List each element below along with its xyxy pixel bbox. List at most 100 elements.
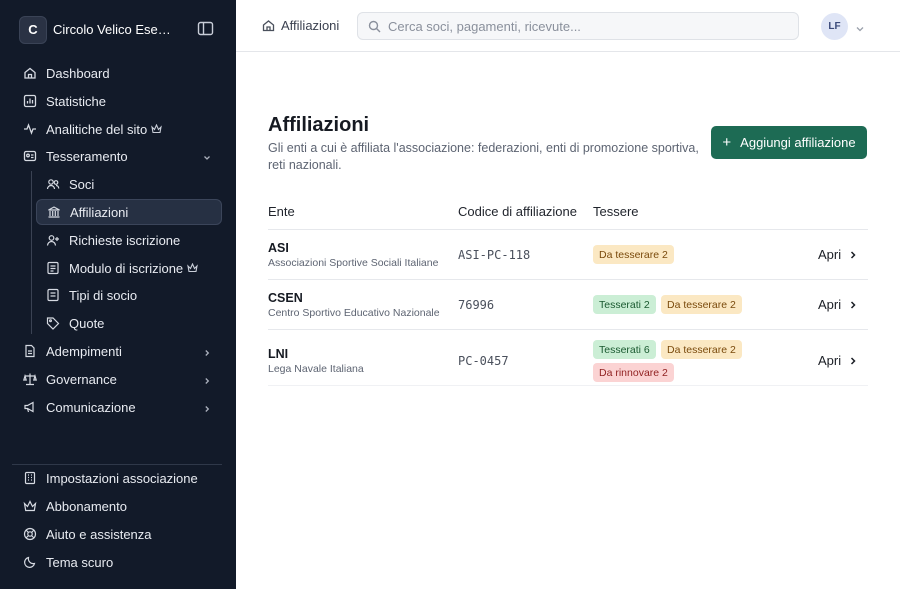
sidebar-item-label: Richieste iscrizione <box>69 232 181 248</box>
chevron-right-icon <box>202 346 212 356</box>
premium-crown-icon <box>151 124 163 134</box>
sidebar-item-tipi-socio[interactable]: Tipi di socio <box>36 282 222 308</box>
table-divider <box>268 279 868 280</box>
chevron-right-icon <box>849 300 857 310</box>
id-card-icon <box>23 149 37 163</box>
chevron-right-icon <box>849 250 857 260</box>
tag-icon <box>46 316 60 330</box>
column-header-codice: Codice di affiliazione <box>458 204 577 219</box>
sidebar-item-aiuto[interactable]: Aiuto e assistenza <box>12 521 222 547</box>
sidebar-item-quote[interactable]: Quote <box>36 310 222 336</box>
status-badge: Da tesserare 2 <box>593 245 674 264</box>
column-header-ente: Ente <box>268 204 295 219</box>
ente-full-name: Lega Navale Italiana <box>268 363 364 375</box>
open-label: Apri <box>818 247 842 262</box>
status-badge: Tesserati 6 <box>593 340 656 359</box>
page-title: Affiliazioni <box>268 114 370 136</box>
form-icon <box>46 261 60 275</box>
sidebar-item-governance[interactable]: Governance <box>12 366 222 392</box>
chevron-right-icon <box>849 356 857 366</box>
bank-icon <box>47 205 61 219</box>
sidebar-item-dashboard[interactable]: Dashboard <box>12 60 222 86</box>
sidebar-item-label: Tipi di socio <box>69 287 138 303</box>
add-affiliation-label: Aggiungi affiliazione <box>740 135 856 150</box>
chart-icon <box>23 94 37 108</box>
table-divider <box>268 385 868 386</box>
sidebar-item-comunicazione[interactable]: Comunicazione <box>12 394 222 420</box>
crown-icon <box>23 499 37 513</box>
sidebar-item-analitiche[interactable]: Analitiche del sito <box>12 116 222 142</box>
org-switcher[interactable]: C Circolo Velico Esempio <box>19 15 219 44</box>
pulse-icon <box>23 122 37 136</box>
org-name: Circolo Velico Esempio <box>53 22 175 37</box>
chevron-right-icon <box>202 402 212 412</box>
sidebar-item-affiliazioni[interactable]: Affiliazioni <box>36 199 222 225</box>
sidebar-item-label: Governance <box>46 371 117 387</box>
plus-icon: + <box>722 134 732 151</box>
list-icon <box>46 288 60 302</box>
premium-crown-icon <box>187 263 199 273</box>
sidebar-item-label: Statistiche <box>46 93 106 109</box>
sidebar-item-label: Aiuto e assistenza <box>46 526 152 542</box>
user-plus-icon <box>46 233 60 247</box>
megaphone-icon <box>23 400 37 414</box>
affiliation-code: 76996 <box>458 298 495 312</box>
sidebar-item-impostazioni[interactable]: Impostazioni associazione <box>12 465 222 491</box>
ente-name: LNI <box>268 347 289 361</box>
page-subtitle: Gli enti a cui è affiliata l'associazion… <box>268 141 699 172</box>
ente-name: CSEN <box>268 291 303 305</box>
add-affiliation-button[interactable]: + Aggiungi affiliazione <box>711 126 867 159</box>
column-header-tessere: Tessere <box>593 204 639 219</box>
open-button[interactable]: Apri <box>818 247 857 262</box>
sidebar-item-modulo-iscrizione[interactable]: Modulo di iscrizione <box>36 255 222 281</box>
open-label: Apri <box>818 353 842 368</box>
status-badge: Da tesserare 2 <box>661 295 742 314</box>
sidebar-item-label: Adempimenti <box>46 343 122 359</box>
open-button[interactable]: Apri <box>818 353 857 368</box>
sidebar-item-label: Quote <box>69 315 105 331</box>
open-label: Apri <box>818 297 842 312</box>
sidebar-item-label: Abbonamento <box>46 498 127 514</box>
chevron-right-icon <box>202 374 212 384</box>
sidebar-item-soci[interactable]: Soci <box>36 171 222 197</box>
affiliation-code: ASI-PC-118 <box>458 248 531 262</box>
moon-icon <box>23 555 37 569</box>
chevron-down-icon <box>202 151 212 161</box>
search-input[interactable] <box>388 18 788 34</box>
table-divider <box>268 229 868 230</box>
sidebar-item-label: Modulo di iscrizione <box>69 260 184 276</box>
search-box[interactable] <box>357 12 799 40</box>
building-icon <box>23 471 37 485</box>
submenu-guide-line <box>31 171 32 334</box>
sidebar-item-label: Affiliazioni <box>70 204 129 220</box>
sidebar-item-label: Analitiche del sito <box>46 121 148 137</box>
sidebar-item-statistiche[interactable]: Statistiche <box>12 88 222 114</box>
search-icon <box>368 20 381 33</box>
affiliation-code: PC-0457 <box>458 354 509 368</box>
breadcrumb[interactable]: Affiliazioni <box>262 18 339 33</box>
ente-full-name: Centro Sportivo Educativo Nazionale <box>268 307 440 319</box>
top-bar: Affiliazioni LF <box>236 0 900 52</box>
org-avatar: C <box>19 15 47 44</box>
ente-name: ASI <box>268 241 289 255</box>
document-icon <box>23 344 37 358</box>
sidebar-toggle-icon[interactable] <box>197 21 215 37</box>
scale-icon <box>23 372 37 386</box>
chevron-down-icon[interactable] <box>855 21 865 32</box>
status-badge: Da rinnovare 2 <box>593 363 674 382</box>
sidebar-item-label: Tesseramento <box>46 148 128 164</box>
open-button[interactable]: Apri <box>818 297 857 312</box>
sidebar-item-label: Impostazioni associazione <box>46 470 198 486</box>
sidebar-item-adempimenti[interactable]: Adempimenti <box>12 338 222 364</box>
home-icon <box>262 19 275 32</box>
home-icon <box>23 66 37 80</box>
sidebar: C Circolo Velico Esempio Dashboard Stati… <box>0 0 236 589</box>
sidebar-item-tesseramento[interactable]: Tesseramento <box>12 143 222 169</box>
sidebar-item-label: Dashboard <box>46 65 110 81</box>
sidebar-item-tema-scuro[interactable]: Tema scuro <box>12 549 222 575</box>
sidebar-item-richieste-iscrizione[interactable]: Richieste iscrizione <box>36 227 222 253</box>
sidebar-item-label: Tema scuro <box>46 554 114 570</box>
sidebar-item-abbonamento[interactable]: Abbonamento <box>12 493 222 519</box>
status-badge: Tesserati 2 <box>593 295 656 314</box>
user-avatar[interactable]: LF <box>821 13 848 40</box>
